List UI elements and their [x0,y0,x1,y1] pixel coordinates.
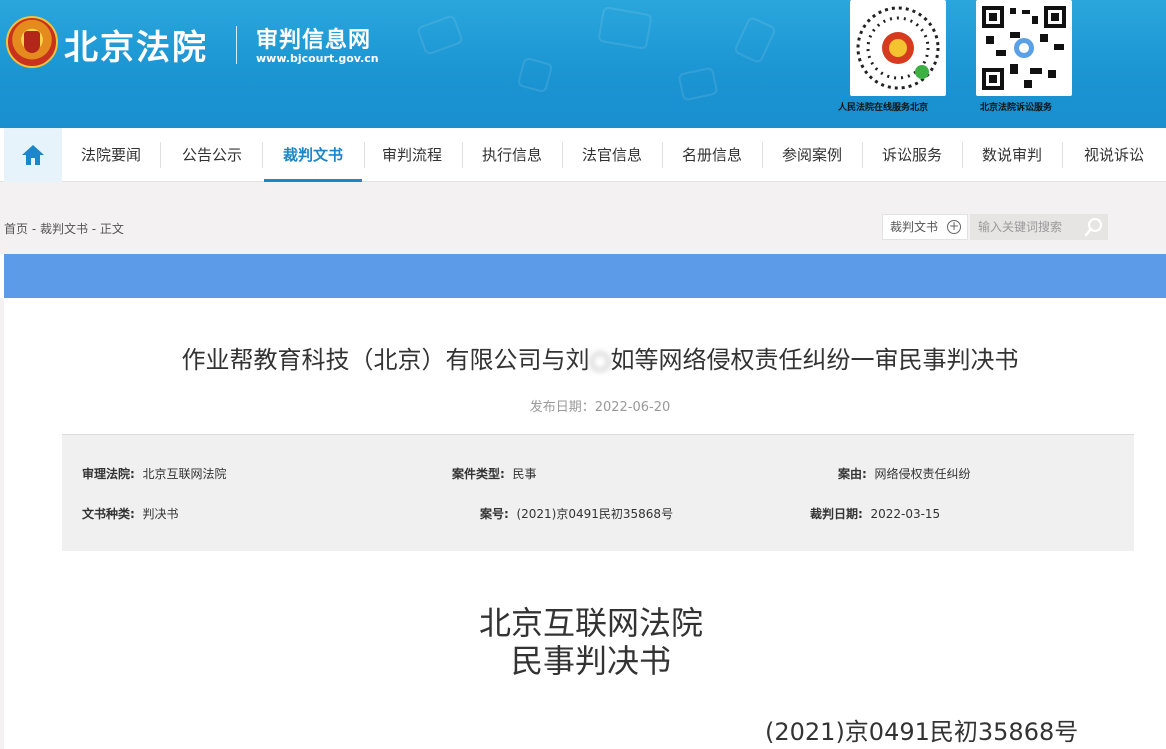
qr-code-litigation-service [976,0,1072,96]
info-case-type-label: 案件类型: [452,467,505,481]
site-header: 北京法院 审判信息网 www.bjcourt.gov.cn 人民法院在线服务北京… [0,0,1166,128]
nav-separator [562,142,563,168]
header-divider [236,26,237,64]
info-cause-value: 网络侵权责任纠纷 [874,467,971,481]
document-title-part-1: 作业帮教育科技（北京）有限公司与刘 [181,346,590,374]
info-case-no-label: 案号: [480,507,509,521]
main-nav: 法院要闻 公告公示 裁判文书 审判流程 执行信息 法官信息 名册信息 参阅案例 … [0,128,1166,182]
search-icon[interactable] [1084,217,1104,237]
background-decoration [732,15,778,65]
nav-item-rosters[interactable]: 名册信息 [666,128,758,182]
nav-item-judges[interactable]: 法官信息 [566,128,658,182]
info-court-value: 北京互联网法院 [142,467,227,481]
nav-separator [662,142,663,168]
info-doc-kind-label: 文书种类: [82,507,135,521]
document-title-part-2: 如等网络侵权责任纠纷一审民事判决书 [610,346,1019,374]
site-url: www.bjcourt.gov.cn [256,52,379,65]
nav-item-trial-statistics[interactable]: 数说审判 [966,128,1058,182]
background-decoration [597,5,653,51]
nav-item-announcements[interactable]: 公告公示 [166,128,258,182]
search-type-select[interactable]: 裁判文书 + [882,214,968,240]
info-cause-label: 案由: [838,467,867,481]
nav-separator [962,142,963,168]
nav-item-reference-cases[interactable]: 参阅案例 [766,128,858,182]
info-case-no-value: (2021)京0491民初35868号 [516,507,674,521]
nav-item-litigation-services[interactable]: 诉讼服务 [866,128,958,182]
nav-separator [1062,142,1063,168]
document-type-heading: 民事判决书 [510,642,671,680]
site-subname[interactable]: 审判信息网 [256,22,371,54]
case-number: (2021)京0491民初35868号 [765,718,1079,746]
nav-item-judgments[interactable]: 裁判文书 [264,128,362,182]
info-judgment-date-label: 裁判日期: [810,507,863,521]
info-doc-kind-value: 判决书 [142,507,179,521]
qr-code-online-service [850,0,946,96]
nav-separator [462,142,463,168]
nav-item-trial-process[interactable]: 审判流程 [366,128,458,182]
title-band [4,254,1166,298]
nav-item-video-litigation[interactable]: 视说诉讼 [1068,128,1160,182]
info-court-label: 审理法院: [82,467,135,481]
publish-date: 发布日期：2022-06-20 [529,400,671,415]
info-case-no: 案号: (2021)京0491民初35868号 [480,505,673,522]
plus-circle-icon: + [947,219,961,234]
nav-separator [262,142,263,168]
qr-label-online-service: 人民法院在线服务北京 [838,103,929,113]
background-decoration [416,14,464,56]
nav-separator [364,142,365,168]
left-edge [0,298,4,749]
background-decoration [516,56,554,94]
case-info-box: 审理法院: 北京互联网法院 案件类型: 民事 案由: 网络侵权责任纠纷 文书种类… [62,434,1134,551]
site-name[interactable]: 北京法院 [64,20,208,69]
nav-separator [160,142,161,168]
nav-separator [862,142,863,168]
search-type-label: 裁判文书 [890,220,939,234]
nav-item-enforcement[interactable]: 执行信息 [466,128,558,182]
nav-home-button[interactable] [4,128,62,182]
info-doc-kind: 文书种类: 判决书 [82,505,178,522]
nav-separator [762,142,763,168]
breadcrumb[interactable]: 首页 - 裁判文书 - 正文 [4,220,124,237]
home-icon [22,145,44,165]
background-decoration [677,66,719,102]
info-case-type-value: 民事 [512,467,537,481]
info-judgment-date: 裁判日期: 2022-03-15 [810,505,940,522]
info-judgment-date-value: 2022-03-15 [870,507,941,521]
info-court: 审理法院: 北京互联网法院 [82,465,226,482]
info-cause: 案由: 网络侵权责任纠纷 [838,465,970,482]
qr-label-litigation-service: 北京法院诉讼服务 [980,103,1053,113]
document-title: 作业帮教育科技（北京）有限公司与刘○如等网络侵权责任纠纷一审民事判决书 [60,340,1140,375]
nav-item-court-news[interactable]: 法院要闻 [66,128,156,182]
court-emblem-logo[interactable] [6,16,58,68]
info-case-type: 案件类型: 民事 [452,465,536,482]
redacted-name-blur: ○ [589,346,611,374]
